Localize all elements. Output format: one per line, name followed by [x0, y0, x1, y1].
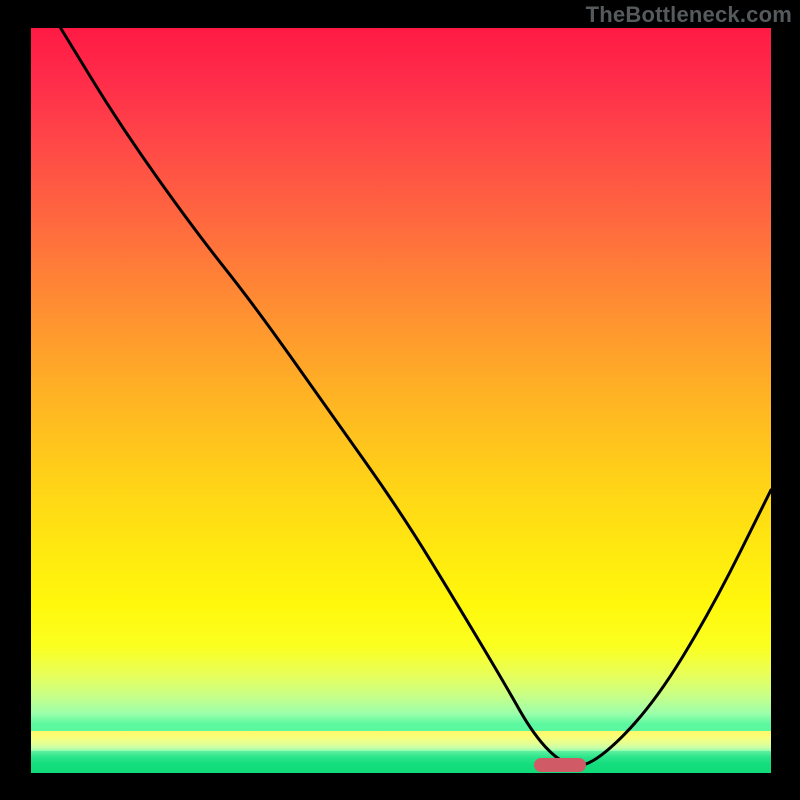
bottleneck-curve	[31, 28, 771, 773]
chart-frame: TheBottleneck.com	[0, 0, 800, 800]
plot-area	[31, 28, 771, 773]
optimal-marker	[534, 758, 586, 772]
watermark-text: TheBottleneck.com	[586, 2, 792, 28]
